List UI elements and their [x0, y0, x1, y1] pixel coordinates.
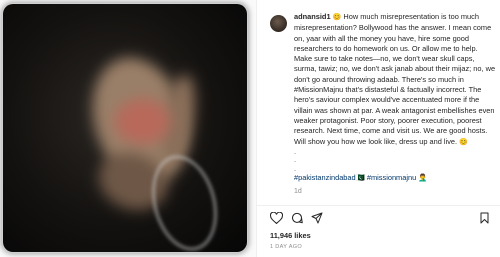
- bookmark-icon[interactable]: [479, 211, 490, 229]
- hashtags-emoji: 🤦‍♂️: [418, 173, 428, 183]
- caption: adnansid1 😊 How much misrepresentation i…: [294, 12, 496, 197]
- heart-icon[interactable]: [269, 211, 284, 229]
- caption-dot: .: [294, 163, 297, 173]
- user-avatar[interactable]: [270, 15, 287, 32]
- photo-blur-shape: [115, 99, 170, 144]
- post-photo-area: [0, 0, 256, 257]
- hashtags[interactable]: #pakistanzindabad🇵🇰 #missionmajnu: [294, 173, 416, 182]
- share-icon[interactable]: [311, 211, 323, 229]
- comment-icon[interactable]: [291, 211, 303, 229]
- action-bar: [257, 205, 500, 228]
- post-date[interactable]: 1 DAY AGO: [270, 244, 302, 250]
- caption-emoji: 😊: [459, 138, 468, 146]
- caption-emoji: 😊: [332, 14, 342, 21]
- caption-text: How much misrepresentation is too much m…: [294, 12, 496, 146]
- post-photo[interactable]: [3, 4, 247, 252]
- like-count[interactable]: 11,946 likes: [270, 231, 311, 240]
- caption-dot: .: [294, 146, 297, 156]
- caption-dot: .: [294, 155, 297, 165]
- username-link[interactable]: adnansid1: [294, 12, 331, 21]
- caption-time[interactable]: 1d: [294, 187, 496, 197]
